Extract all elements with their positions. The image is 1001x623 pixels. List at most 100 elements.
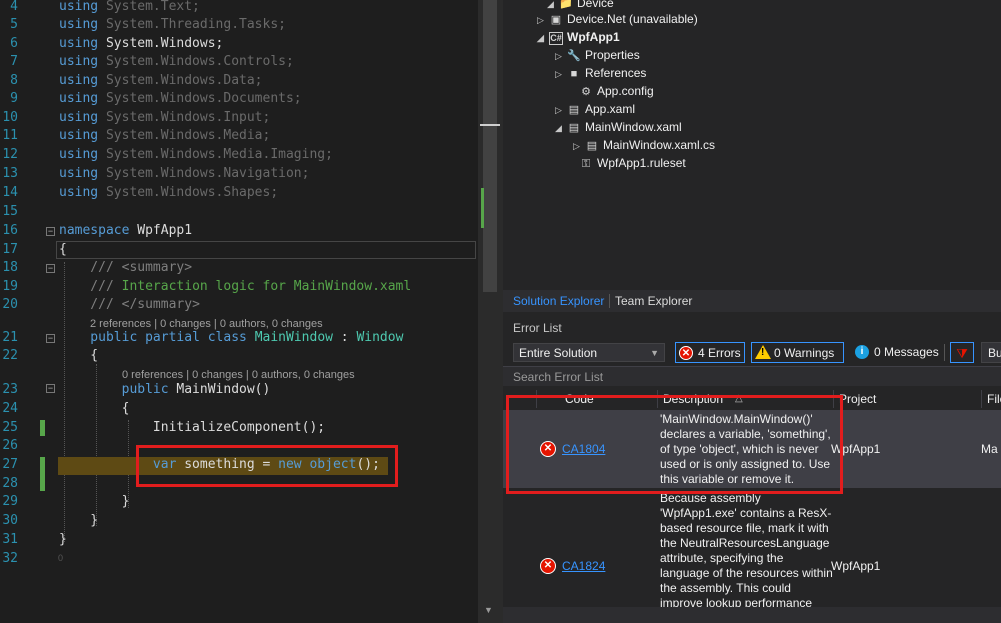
expanded-arrow-icon[interactable]: ◢: [555, 119, 567, 137]
line-number: 17: [2, 242, 18, 257]
tree-node-device-net[interactable]: ▷ ▣ Device.Net (unavailable): [537, 10, 698, 28]
tree-node-app-config[interactable]: ⚙ App.config: [567, 82, 654, 100]
code-token: {: [59, 348, 99, 363]
line-number: 19: [2, 279, 18, 294]
build-filter-dropdown[interactable]: Bu: [981, 342, 1001, 363]
code-token: class: [199, 330, 247, 345]
code-line[interactable]: 16 namespace WpfApp1: [0, 222, 478, 240]
code-line[interactable]: 7 using System.Windows.Controls;: [0, 53, 478, 71]
warnings-filter-button[interactable]: ! 0 Warnings: [751, 342, 844, 363]
line-number: 32: [2, 551, 18, 566]
line-number: 23: [2, 382, 18, 397]
line-number: 13: [2, 166, 18, 181]
code-text: }: [59, 512, 98, 530]
codelens-class[interactable]: 2 references | 0 changes | 0 authors, 0 …: [90, 317, 323, 331]
error-list-search[interactable]: Search Error List: [503, 366, 1001, 386]
line-number: 10: [2, 110, 18, 125]
code-line[interactable]: 6 using System.Windows;: [0, 35, 478, 53]
collapsed-arrow-icon[interactable]: ▷: [555, 47, 567, 65]
explorer-tabs: Solution Explorer Team Explorer: [503, 290, 1001, 312]
code-line[interactable]: 15: [0, 203, 478, 221]
file-icon: 🔧: [567, 50, 581, 62]
code-line[interactable]: 12 using System.Windows.Media.Imaging;: [0, 146, 478, 164]
code-text: /// <summary>: [59, 259, 192, 277]
code-line[interactable]: 31}: [0, 531, 478, 549]
file-icon: ■: [570, 68, 578, 80]
code-token: System.Windows.Media;: [98, 128, 271, 143]
messages-filter-button[interactable]: i 0 Messages: [852, 342, 942, 363]
editor-scrollbar[interactable]: ▼: [478, 0, 503, 623]
file-icon: ▤: [568, 104, 580, 116]
error-code-link[interactable]: CA1824: [562, 559, 605, 573]
code-line[interactable]: 11 using System.Windows.Media;: [0, 127, 478, 145]
error-row[interactable]: ✕ CA1824 Because assembly 'WpfApp1.exe' …: [503, 490, 1001, 623]
line-number: 12: [2, 147, 18, 162]
code-token: Interaction logic for MainWindow.xaml: [121, 279, 412, 294]
code-line[interactable]: 5 using System.Threading.Tasks;: [0, 16, 478, 34]
code-token: ///: [59, 260, 122, 275]
tab-solution-explorer[interactable]: Solution Explorer: [513, 290, 604, 312]
bottom-tab-strip: [503, 607, 1001, 623]
code-line[interactable]: 24 {: [0, 400, 478, 418]
code-line[interactable]: 32: [0, 550, 478, 568]
code-line[interactable]: 20 /// </summary>: [0, 296, 478, 314]
line-number: 14: [2, 185, 18, 200]
tab-team-explorer[interactable]: Team Explorer: [615, 290, 692, 312]
code-token: System.Windows.Controls;: [98, 54, 294, 69]
expanded-arrow-icon[interactable]: ◢: [537, 29, 549, 47]
code-text: public MainWindow(): [59, 381, 271, 399]
code-line[interactable]: 14 using System.Windows.Shapes;: [0, 184, 478, 202]
collapsed-arrow-icon[interactable]: ▷: [573, 137, 585, 155]
column-project[interactable]: Project: [839, 388, 876, 410]
code-token: using: [59, 91, 99, 106]
code-token: using: [59, 36, 99, 51]
code-token: namespace: [59, 223, 130, 238]
code-line[interactable]: 18 /// <summary>: [0, 259, 478, 277]
code-line[interactable]: 8 using System.Windows.Data;: [0, 72, 478, 90]
code-token: {: [59, 401, 130, 416]
tree-node-mainwindow-xaml-cs[interactable]: ▷ ▤ MainWindow.xaml.cs: [573, 136, 715, 154]
warning-glyph: !: [761, 347, 765, 358]
code-editor[interactable]: − − − − 4 using System.Text; 5 using System…: [0, 0, 478, 623]
line-number: 27: [2, 457, 18, 472]
scrollbar-thumb[interactable]: [483, 0, 497, 292]
code-line[interactable]: 23 public MainWindow(): [0, 381, 478, 399]
info-icon: i: [855, 345, 869, 359]
clear-filter-icon[interactable]: ⧩: [950, 342, 974, 363]
code-line[interactable]: 22 {: [0, 347, 478, 365]
error-list-panel: Error List Entire Solution ▼ ✕ 4 Errors …: [503, 318, 1001, 623]
code-line[interactable]: 10 using System.Windows.Input;: [0, 109, 478, 127]
column-file[interactable]: File: [987, 388, 1001, 410]
tree-node-properties[interactable]: ▷ 🔧 Properties: [555, 46, 640, 64]
errors-filter-button[interactable]: ✕ 4 Errors: [675, 342, 745, 363]
tree-node-mainwindow-xaml[interactable]: ◢ ▤ MainWindow.xaml: [555, 118, 682, 136]
collapsed-arrow-icon[interactable]: ▷: [555, 65, 567, 83]
tree-node-ruleset[interactable]: ⚿ WpfApp1.ruleset: [567, 154, 686, 172]
tree-node-label: MainWindow.xaml: [585, 120, 682, 134]
code-line[interactable]: 25 InitializeComponent();: [0, 419, 478, 437]
code-text: using System.Text;: [59, 0, 200, 16]
collapsed-arrow-icon[interactable]: ▷: [555, 101, 567, 119]
code-line[interactable]: 21 public partial class MainWindow : Win…: [0, 329, 478, 347]
code-line[interactable]: 29 }: [0, 493, 478, 511]
collapsed-arrow-icon[interactable]: ▷: [537, 11, 549, 29]
tree-node-label: Device.Net (unavailable): [567, 12, 698, 26]
code-token: InitializeComponent();: [59, 420, 326, 435]
tree-node-references[interactable]: ▷ ■ References: [555, 64, 646, 82]
code-line[interactable]: 30 }: [0, 512, 478, 530]
tree-node-app-xaml[interactable]: ▷ ▤ App.xaml: [555, 100, 635, 118]
code-text: using System.Windows.Data;: [59, 72, 263, 90]
line-number: 21: [2, 330, 18, 345]
code-text: public partial class MainWindow : Window: [59, 329, 403, 347]
scroll-down-arrow-icon[interactable]: ▼: [484, 605, 493, 615]
code-line[interactable]: 13 using System.Windows.Navigation;: [0, 165, 478, 183]
line-number: 22: [2, 348, 18, 363]
code-text: using System.Windows.Shapes;: [59, 184, 278, 202]
code-line[interactable]: 17 {: [0, 241, 478, 259]
code-line[interactable]: 19 /// Interaction logic for MainWindow.…: [0, 278, 478, 296]
code-line[interactable]: 4 using System.Text;: [0, 0, 478, 16]
code-line[interactable]: 9 using System.Windows.Documents;: [0, 90, 478, 108]
scope-dropdown[interactable]: Entire Solution ▼: [513, 343, 665, 362]
codelens-ctor[interactable]: 0 references | 0 changes | 0 authors, 0 …: [122, 368, 355, 382]
tree-node-wpfapp1[interactable]: ◢ C# WpfApp1: [537, 28, 620, 46]
